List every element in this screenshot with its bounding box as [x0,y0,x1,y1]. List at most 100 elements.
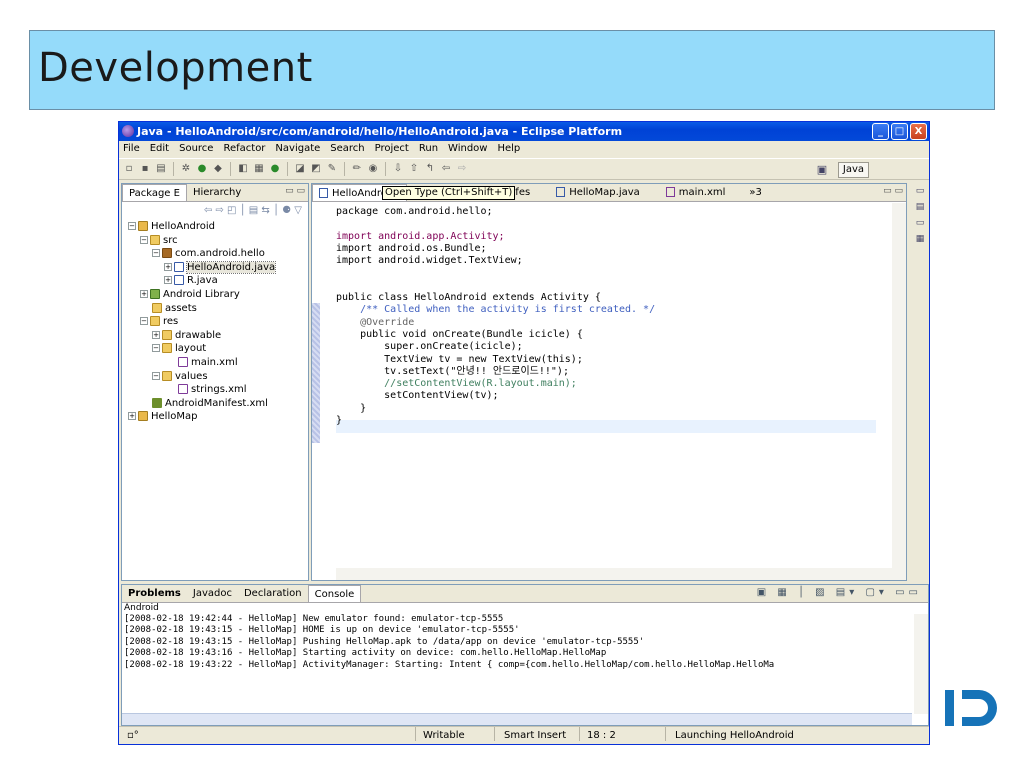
new-class-icon[interactable]: ● [269,163,281,175]
tab-package-explorer[interactable]: Package E [122,184,187,201]
tree-item[interactable]: main.xml [122,356,308,370]
prev-annotation-icon[interactable]: ⇧ [408,163,420,175]
debug-icon[interactable]: ✲ [180,163,192,175]
tab-declaration[interactable]: Declaration [238,585,308,602]
tree-item[interactable]: + R.java [122,274,308,288]
editor-horizontal-scrollbar[interactable] [336,568,892,580]
tab-label: Problems [128,588,181,599]
save-icon[interactable]: ▪ [139,163,151,175]
collapse-icon[interactable]: − [128,222,136,230]
tree-item[interactable]: + drawable [122,329,308,343]
brand-logo [945,690,997,726]
tree-item[interactable]: strings.xml [122,383,308,397]
tree-item[interactable]: − HelloAndroid [122,220,308,234]
hierarchy-view-icon[interactable]: ▦ [911,231,929,247]
tab-overflow[interactable]: »3 [743,184,771,201]
expand-icon[interactable]: + [164,276,172,285]
toggle-mark-icon[interactable]: ◉ [367,163,379,175]
tab-hellomap-java[interactable]: HelloMap.java [550,184,650,201]
tab-javadoc[interactable]: Javadoc [187,585,238,602]
expand-icon[interactable]: + [164,262,172,271]
toolbar-separator [344,162,345,176]
expand-icon[interactable]: + [140,289,148,298]
tree-item[interactable]: + HelloAndroid.java [122,260,308,275]
external-tools-icon[interactable]: ◆ [212,163,224,175]
forward-icon[interactable]: ⇨ [456,163,468,175]
tree-item-label: values [175,370,208,382]
code-editor: HelloAndroid oid Manifes HelloMap.java m… [311,183,907,581]
console-toolbar[interactable]: ▣ ▦ │ ▨ ▤▾ ▢▾ ▭▭ [757,587,922,598]
panel-minmax-icon[interactable]: ▭ ▭ [883,186,903,196]
tree-item-label: AndroidManifest.xml [165,397,268,409]
restore-icon[interactable]: ▭ [911,183,929,199]
next-annotation-icon[interactable]: ⇩ [392,163,404,175]
tree-item[interactable]: − src [122,234,308,248]
menu-refactor[interactable]: Refactor [223,141,265,157]
tree-item[interactable]: + Android Library [122,288,308,302]
restore-icon[interactable]: ▭ [911,215,929,231]
menu-search[interactable]: Search [330,141,364,157]
annotation-icon[interactable]: ✏ [351,163,363,175]
console-vertical-scrollbar[interactable] [914,614,928,714]
print-icon[interactable]: ▤ [155,163,167,175]
tree-item[interactable]: + HelloMap [122,410,308,424]
menu-file[interactable]: File [123,141,140,157]
menu-navigate[interactable]: Navigate [275,141,320,157]
console-output[interactable]: [2008-02-18 19:42:44 - HelloMap] New emu… [122,614,928,671]
fast-view-icon[interactable]: ▫° [127,727,139,744]
collapse-icon[interactable]: − [140,235,148,244]
last-edit-icon[interactable]: ↰ [424,163,436,175]
new-java-project-icon[interactable]: ◧ [237,163,249,175]
collapse-icon[interactable]: − [152,371,160,380]
collapse-icon[interactable]: − [152,249,160,258]
menu-project[interactable]: Project [375,141,409,157]
minimize-button[interactable]: _ [872,123,889,140]
run-icon[interactable]: ● [196,163,208,175]
tab-label: »3 [749,187,762,198]
window-titlebar[interactable]: Java - HelloAndroid/src/com/android/hell… [119,122,929,141]
collapse-icon[interactable]: − [152,344,160,353]
console-horizontal-scrollbar[interactable] [122,713,912,725]
tree-item-label: assets [165,302,197,314]
open-perspective-icon[interactable]: ▣ [815,163,829,177]
tree-item[interactable]: − com.android.hello [122,247,308,261]
code-line: super.onCreate(icicle); [336,341,523,353]
editor-ruler [312,203,322,580]
new-icon[interactable]: ▫ [123,163,135,175]
tree-item[interactable]: − layout [122,342,308,356]
close-button[interactable]: X [910,123,927,140]
java-perspective-button[interactable]: Java [837,162,869,178]
code-area[interactable]: package com.android.hello; import androi… [336,206,655,427]
tab-console[interactable]: Console [307,585,362,602]
editor-vertical-scrollbar[interactable] [892,203,906,580]
panel-minmax-icon[interactable]: ▭ ▭ [285,186,305,196]
expand-icon[interactable]: + [128,412,136,421]
tab-hierarchy[interactable]: Hierarchy [187,184,247,201]
back-icon[interactable]: ⇦ [440,163,452,175]
menu-source[interactable]: Source [179,141,213,157]
folder-icon [162,370,172,381]
search-icon[interactable]: ✎ [326,163,338,175]
menu-help[interactable]: Help [497,141,520,157]
collapse-icon[interactable]: − [140,317,148,326]
open-type-icon[interactable]: ◪ [294,163,306,175]
open-type-tooltip: Open Type (Ctrl+Shift+T) [382,186,516,200]
package-icon [162,248,172,259]
menu-window[interactable]: Window [448,141,487,157]
outline-icon[interactable]: ▤ [911,199,929,215]
expand-icon[interactable]: + [152,330,160,339]
status-separator [665,727,666,741]
tree-item[interactable]: − values [122,370,308,384]
tab-main-xml[interactable]: main.xml [660,184,736,201]
open-task-icon[interactable]: ◩ [310,163,322,175]
tree-item[interactable]: assets [122,302,308,316]
menu-run[interactable]: Run [419,141,438,157]
code-line: //setContentView(R.layout.main); [336,378,577,390]
tree-item[interactable]: AndroidManifest.xml [122,397,308,411]
new-package-icon[interactable]: ▦ [253,163,265,175]
tree-item[interactable]: − res [122,315,308,329]
menu-edit[interactable]: Edit [150,141,169,157]
tree-item-label: res [163,316,179,328]
tab-problems[interactable]: Problems [122,585,187,602]
maximize-button[interactable]: □ [891,123,908,140]
